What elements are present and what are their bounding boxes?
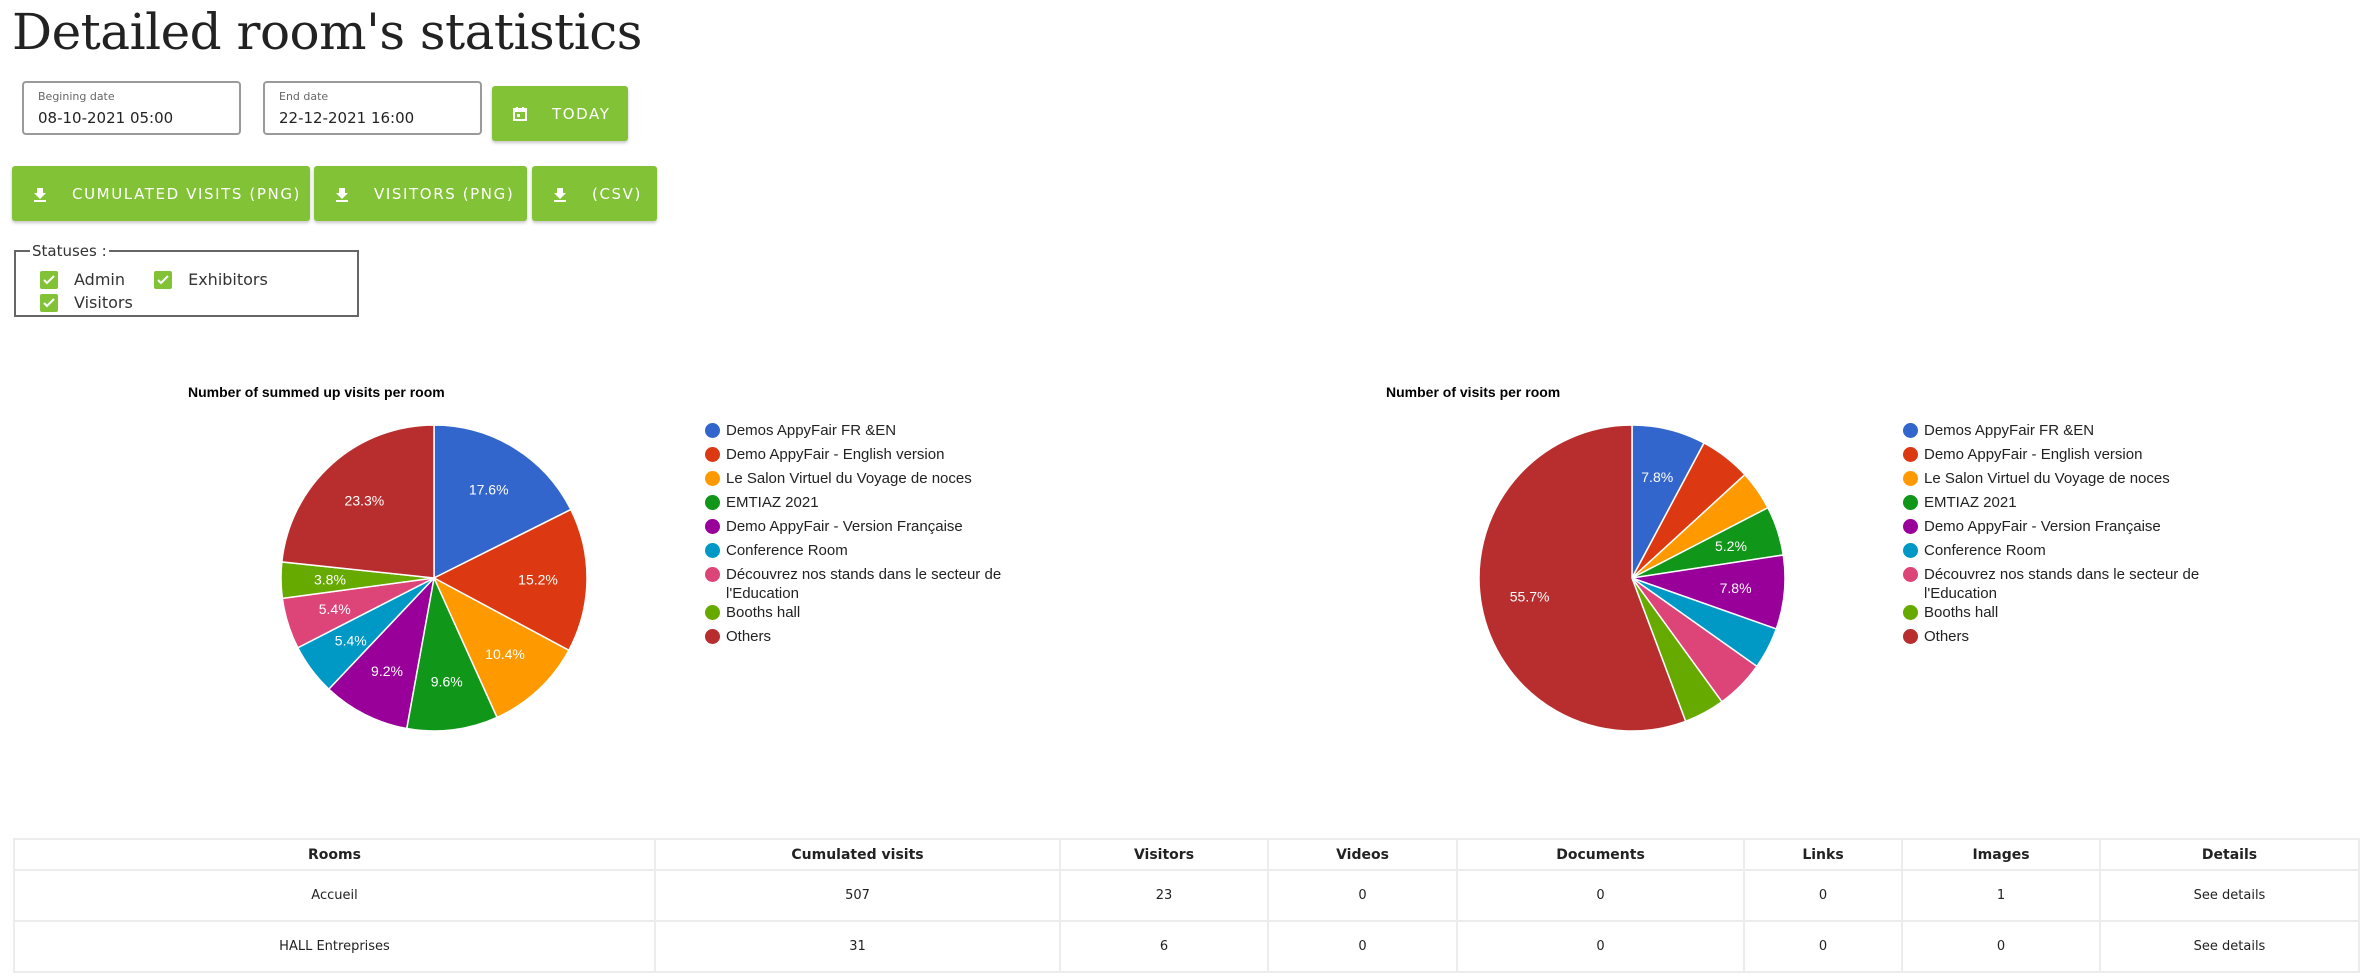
table-row: Accueil 507 23 0 0 0 1 See details — [13, 869, 2360, 922]
documents-cell: 0 — [1456, 920, 1745, 973]
videos-cell: 0 — [1267, 869, 1458, 922]
links-cell: 0 — [1743, 869, 1903, 922]
legend-color-dot-icon — [1903, 605, 1918, 620]
images-cell: 1 — [1901, 869, 2101, 922]
legend-visits: Demos AppyFair FR &EN Demo AppyFair - Eng… — [1903, 421, 2214, 651]
cumulated-visits-cell: 507 — [654, 869, 1061, 922]
images-cell: 0 — [1901, 920, 2101, 973]
legend-label: Demo AppyFair - English version — [1924, 446, 2143, 463]
details-cell: See details — [2099, 920, 2360, 973]
see-details-link[interactable]: See details — [2194, 888, 2266, 903]
column-header[interactable]: Rooms — [13, 838, 656, 871]
room-name-cell: Accueil — [13, 869, 656, 922]
cumulated-visits-cell: 31 — [654, 920, 1061, 973]
legend-item[interactable]: Others — [1903, 627, 2214, 651]
details-cell: See details — [2099, 869, 2360, 922]
column-header[interactable]: Videos — [1267, 838, 1458, 871]
slice-label: 55.7% — [1510, 589, 1550, 605]
slice-label: 7.8% — [1641, 469, 1673, 485]
legend-item[interactable]: Découvrez nos stands dans le secteur de … — [1903, 565, 2214, 603]
table-row: HALL Entreprises 31 6 0 0 0 0 See detail… — [13, 920, 2360, 973]
legend-label: Others — [1924, 628, 1970, 645]
legend-label: Conference Room — [1924, 542, 2046, 559]
room-stats-table: Rooms Cumulated visits Visitors Videos D… — [13, 838, 2360, 973]
column-header[interactable]: Visitors — [1059, 838, 1269, 871]
legend-label: Demos AppyFair FR &EN — [1924, 422, 2095, 439]
column-header[interactable]: Documents — [1456, 838, 1745, 871]
legend-item[interactable]: Demo AppyFair - Version Française — [1903, 517, 2214, 541]
visitors-cell: 23 — [1059, 869, 1269, 922]
links-cell: 0 — [1743, 920, 1903, 973]
legend-item[interactable]: Demos AppyFair FR &EN — [1903, 421, 2214, 445]
legend-item[interactable]: Conference Room — [1903, 541, 2214, 565]
legend-item[interactable]: EMTIAZ 2021 — [1903, 493, 2214, 517]
legend-item[interactable]: Le Salon Virtuel du Voyage de noces — [1903, 469, 2214, 493]
table-header-row: Rooms Cumulated visits Visitors Videos D… — [13, 838, 2360, 871]
column-header[interactable]: Details — [2099, 838, 2360, 871]
legend-color-dot-icon — [1903, 519, 1918, 534]
column-header[interactable]: Links — [1743, 838, 1903, 871]
legend-color-dot-icon — [1903, 543, 1918, 558]
legend-color-dot-icon — [1903, 423, 1918, 438]
documents-cell: 0 — [1456, 869, 1745, 922]
legend-label: Le Salon Virtuel du Voyage de noces — [1924, 470, 2170, 487]
legend-color-dot-icon — [1903, 447, 1918, 462]
videos-cell: 0 — [1267, 920, 1458, 973]
legend-label: Booths hall — [1924, 604, 1999, 621]
legend-color-dot-icon — [1903, 495, 1918, 510]
room-name-cell: HALL Entreprises — [13, 920, 656, 973]
legend-color-dot-icon — [1903, 471, 1918, 486]
slice-label: 7.8% — [1720, 580, 1752, 596]
see-details-link[interactable]: See details — [2194, 939, 2266, 954]
column-header[interactable]: Cumulated visits — [654, 838, 1061, 871]
legend-color-dot-icon — [1903, 629, 1918, 644]
legend-label: Découvrez nos stands dans le secteur de … — [1924, 566, 2200, 602]
legend-label: Demo AppyFair - Version Française — [1924, 518, 2161, 535]
slice-label: 5.2% — [1715, 538, 1747, 554]
legend-label: EMTIAZ 2021 — [1924, 494, 2017, 511]
column-header[interactable]: Images — [1901, 838, 2101, 871]
legend-item[interactable]: Booths hall — [1903, 603, 2214, 627]
visitors-cell: 6 — [1059, 920, 1269, 973]
legend-item[interactable]: Demo AppyFair - English version — [1903, 445, 2214, 469]
legend-color-dot-icon — [1903, 567, 1918, 582]
